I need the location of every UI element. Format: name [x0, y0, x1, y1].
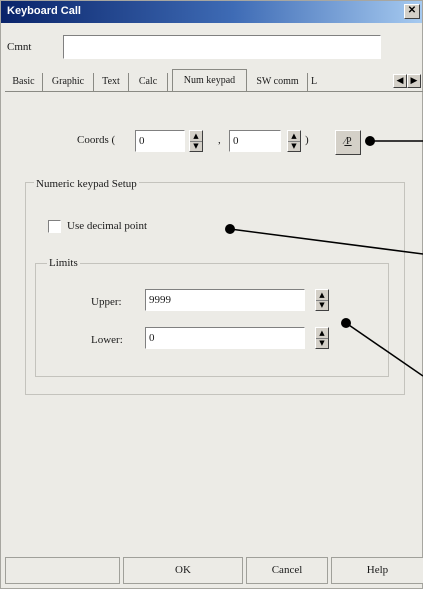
callout-line-decimal	[229, 228, 423, 255]
callout-dot-limits	[341, 318, 351, 328]
callout-dot-decimal	[225, 224, 235, 234]
callout-overlay	[225, 136, 423, 377]
callout-dot-coords	[365, 136, 375, 146]
callout-line-limits	[345, 322, 423, 377]
